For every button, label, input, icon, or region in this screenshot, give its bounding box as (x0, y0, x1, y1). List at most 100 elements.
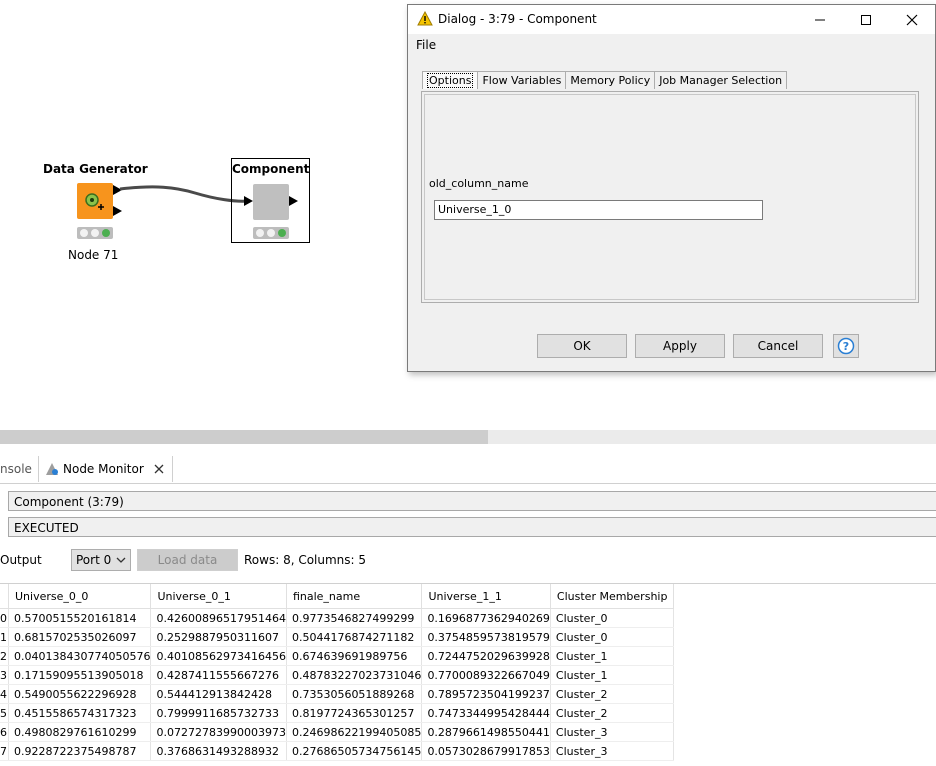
table-cell: 0.24698622199405085 (286, 722, 423, 742)
component-title: Component (232, 162, 310, 176)
chevron-down-icon (116, 557, 126, 563)
warning-icon (417, 11, 433, 26)
column-header[interactable]: Universe_0_1 (150, 584, 287, 609)
close-button[interactable] (889, 5, 935, 34)
table-cell: 0.7999911685732733 (150, 703, 287, 723)
data-generator-label[interactable]: Node 71 (68, 248, 118, 262)
table-cell: 0.9773546827499299 (286, 608, 423, 628)
row-id-cell: 1 (0, 627, 9, 647)
table-cell: 0.7473344995428444 (421, 703, 551, 723)
tab-node-monitor-label: Node Monitor (63, 462, 144, 476)
component-status-lights (253, 227, 289, 239)
column-header[interactable]: Cluster Membership (550, 584, 674, 609)
node-name-field: Component (3:79) (8, 491, 936, 511)
table-cell: 0.40108562973416456 (150, 646, 287, 666)
table-cell: 0.375485957381957​9 (421, 627, 551, 647)
table-cell: 0.5044176874271182 (286, 627, 423, 647)
table-cell: Cluster_2 (550, 684, 674, 704)
table-cell: 0.7700089322667049 (421, 665, 551, 685)
row-id-cell: 3 (0, 665, 9, 685)
table-row[interactable]: 7 0.9228722375498787 0.3768631493288932 0.2… (0, 741, 674, 761)
maximize-icon (861, 14, 871, 25)
table-cell: 0.2879661498550441 (421, 722, 551, 742)
help-icon: ? (837, 337, 855, 355)
component-output-port[interactable] (289, 196, 298, 206)
old-column-name-input[interactable]: Universe_1_0 (434, 200, 763, 220)
dialog-titlebar[interactable]: Dialog - 3:79 - Component (408, 5, 935, 34)
status-light-green (101, 229, 110, 237)
table-cell: 0.42600896517951464 (150, 608, 287, 628)
row-id-cell: 0 (0, 608, 9, 628)
menu-file[interactable]: File (416, 38, 436, 52)
component-input-port[interactable] (244, 196, 253, 206)
table-cell: 0.07272783990003973 (150, 722, 287, 742)
status-light-yellow (266, 229, 275, 237)
close-icon (906, 14, 918, 25)
cancel-button[interactable]: Cancel (733, 334, 823, 358)
table-row[interactable]: 1 0.6815702535026097 0.2529887950311607 0.5… (0, 627, 674, 647)
table-cell: Cluster_2 (550, 703, 674, 723)
tab-console[interactable]: nsole (0, 462, 32, 476)
table-cell: 0.7244752029639928 (421, 646, 551, 666)
table-cell: 0.6815702535026097 (8, 627, 152, 647)
table-cell: Cluster_0 (550, 627, 674, 647)
status-light-red (80, 229, 89, 237)
port-select-value: Port 0 (76, 553, 112, 567)
data-generator-icon (85, 193, 104, 210)
table-cell: 0.7353056051889268 (286, 684, 423, 704)
data-generator-node[interactable] (77, 183, 113, 219)
status-light-green (277, 229, 286, 237)
table-row[interactable]: 0 0.5700515520161814 0.42600896517951464 0.… (0, 608, 674, 628)
close-tab-icon[interactable] (152, 462, 166, 476)
tab-job-manager-selection[interactable]: Job Manager Selection (654, 71, 788, 89)
table-cell: Cluster_3 (550, 722, 674, 742)
output-table[interactable]: Universe_0_0 Universe_0_1 finale_name Un… (0, 584, 674, 761)
table-header-row: Universe_0_0 Universe_0_1 finale_name Un… (0, 584, 674, 609)
workflow-canvas[interactable] (0, 0, 405, 420)
ok-button[interactable]: OK (537, 334, 627, 358)
status-light-red (256, 229, 265, 237)
column-header[interactable]: Universe_0_0 (8, 584, 152, 609)
scrollbar-thumb[interactable] (0, 430, 488, 444)
maximize-button[interactable] (843, 5, 889, 34)
column-header[interactable]: Universe_1_1 (421, 584, 551, 609)
table-row[interactable]: 2 0.040138430774050576 0.40108562973416456… (0, 646, 674, 666)
help-button[interactable]: ? (833, 334, 859, 358)
table-cell: 0.544412913842428 (150, 684, 287, 704)
table-cell: Cluster_1 (550, 646, 674, 666)
table-row[interactable]: 5 0.4515586574317323 0.7999911685732733 0.8… (0, 703, 674, 723)
component-node[interactable] (253, 184, 289, 220)
component-dialog[interactable]: Dialog - 3:79 - Component File Options F… (407, 4, 936, 372)
table-cell: 0.4980829761610299 (8, 722, 152, 742)
table-cell: 0.9228722375498787 (8, 741, 152, 761)
status-light-yellow (90, 229, 99, 237)
port-select[interactable]: Port 0 (71, 549, 131, 571)
data-generator-status-lights (77, 227, 113, 239)
column-header[interactable]: finale_name (286, 584, 423, 609)
tab-flow-variables[interactable]: Flow Variables (477, 71, 567, 89)
tab-options[interactable]: Options (422, 71, 479, 89)
apply-button[interactable]: Apply (635, 334, 725, 358)
table-row[interactable]: 4 0.5490055622296928 0.544412913842428 0.73… (0, 684, 674, 704)
minimize-icon (815, 19, 825, 20)
tab-node-monitor[interactable]: Node Monitor (38, 456, 173, 482)
minimize-button[interactable] (797, 5, 843, 34)
options-panel-inner (424, 94, 916, 300)
table-cell: 0.27686505734756145 (286, 741, 423, 761)
table-row[interactable]: 6 0.4980829761610299 0.07272783990003973 0.… (0, 722, 674, 742)
row-id-cell: 2 (0, 646, 9, 666)
table-cell: 0.3768631493288932 (150, 741, 287, 761)
tab-options-label: Options (427, 73, 474, 88)
old-column-name-label: old_column_name (429, 177, 529, 190)
table-cell: 0.8197724365301257 (286, 703, 423, 723)
table-cell: 0.040138430774050576 (8, 646, 152, 666)
table-row[interactable]: 3 0.17159095513905018 0.4287411555667276 0.… (0, 665, 674, 685)
row-id-cell: 4 (0, 684, 9, 704)
table-cell: 0.2529887950311607 (150, 627, 287, 647)
tab-memory-policy[interactable]: Memory Policy (565, 71, 656, 89)
node-status-field: EXECUTED (8, 517, 936, 537)
row-id-cell: 7 (0, 741, 9, 761)
load-data-button[interactable]: Load data (137, 549, 238, 571)
table-cell: Cluster_0 (550, 608, 674, 628)
data-generator-title: Data Generator (43, 162, 148, 176)
